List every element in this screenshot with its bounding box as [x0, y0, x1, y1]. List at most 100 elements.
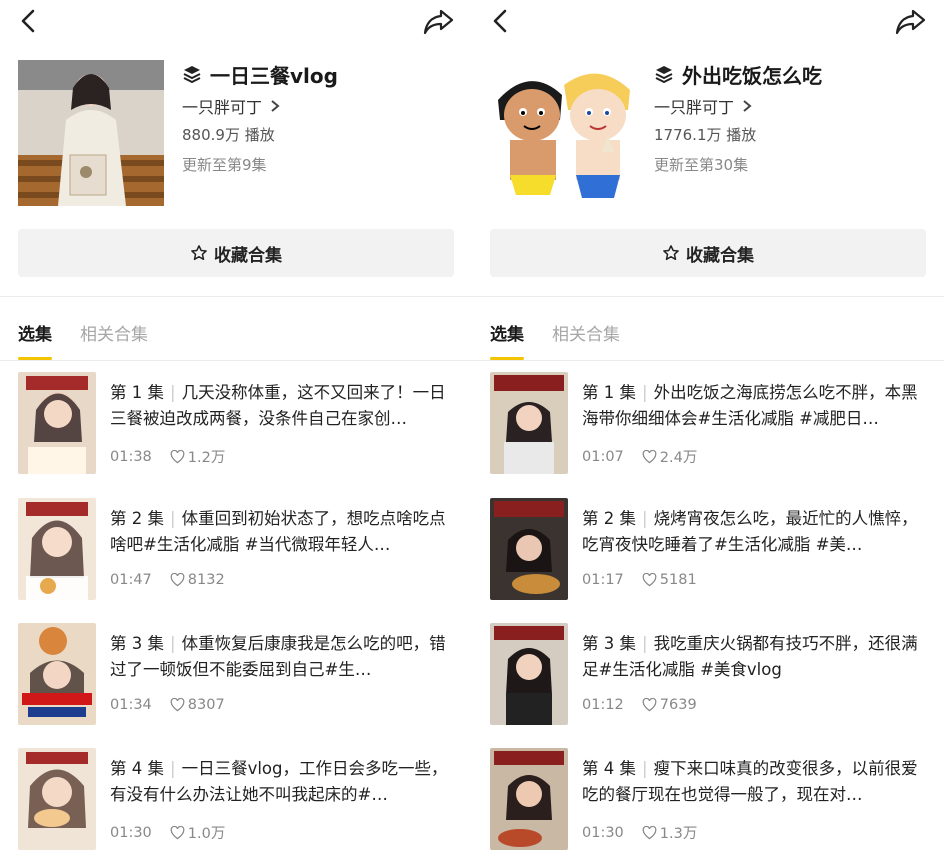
episode-number: 第 1 集: [110, 383, 164, 402]
heart-outline-icon: [170, 825, 185, 839]
episode-text: 第 1 集 | 几天没称体重，这不又回来了！一日三餐被迫改成两餐，没条件自己在家创…: [110, 380, 460, 432]
top-bar: [0, 0, 472, 44]
heart-outline-icon: [170, 573, 185, 587]
episode-duration: 01:30: [582, 824, 624, 841]
separator: |: [170, 634, 176, 653]
episode-thumbnail: [18, 498, 96, 600]
like-count: 1.2万: [170, 446, 226, 467]
collection-cover-image: [18, 60, 164, 206]
separator: |: [170, 759, 176, 778]
collection-title: 外出吃饭怎么吃: [682, 63, 822, 88]
like-count-value: 2.4万: [659, 450, 698, 466]
divider: [472, 296, 944, 297]
collection-panel-left: 一日三餐vlog 一只胖可丁 880.9万 播放 更新至第9集 收藏合集 选集 …: [0, 0, 472, 862]
episode-stats: 01:34 8307: [110, 697, 225, 713]
update-status: 更新至第30集: [654, 156, 749, 174]
like-count: 1.0万: [170, 822, 226, 843]
episode-number: 第 1 集: [582, 383, 636, 402]
episode-duration: 01:38: [110, 448, 152, 465]
episode-stats: 01:07 2.4万: [582, 446, 697, 467]
episode-item[interactable]: 第 4 集 | 瘦下来口味真的改变很多，以前很爱吃的餐厅现在也觉得一般了，现在对… …: [490, 748, 930, 850]
episode-thumbnail: [490, 623, 568, 725]
title-row: 一日三餐vlog: [182, 60, 462, 88]
collection-panel-right: 外出吃饭怎么吃 一只胖可丁 1776.1万 播放 更新至第30集 收藏合集 选集…: [472, 0, 944, 862]
collection-meta: 一日三餐vlog 一只胖可丁 880.9万 播放 更新至第9集: [182, 60, 462, 176]
episode-number: 第 4 集: [582, 759, 636, 778]
episode-stats: 01:17 5181: [582, 572, 697, 588]
episode-item[interactable]: 第 1 集 | 外出吃饭之海底捞怎么吃不胖，本黑海带你细细体会#生活化减脂 #减肥日…: [490, 372, 930, 474]
like-count: 8307: [170, 697, 225, 713]
share-icon[interactable]: [894, 6, 928, 36]
author-link[interactable]: 一只胖可丁: [182, 94, 462, 118]
author-link[interactable]: 一只胖可丁: [654, 94, 934, 118]
collection-header: 外出吃饭怎么吃 一只胖可丁 1776.1万 播放 更新至第30集: [490, 60, 930, 210]
tab-related[interactable]: 相关合集: [552, 322, 620, 360]
star-outline-icon: [191, 245, 207, 261]
author-name: 一只胖可丁: [182, 98, 263, 117]
play-count: 1776.1万 播放: [654, 126, 757, 144]
episode-text: 第 1 集 | 外出吃饭之海底捞怎么吃不胖，本黑海带你细细体会#生活化减脂 #减肥日…: [582, 380, 932, 432]
episode-thumbnail: [18, 748, 96, 850]
episode-number: 第 2 集: [110, 509, 164, 528]
separator: |: [170, 509, 176, 528]
divider: [0, 296, 472, 297]
episode-duration: 01:07: [582, 448, 624, 465]
layers-icon: [183, 66, 201, 84]
tab-divider: [472, 360, 944, 361]
back-icon[interactable]: [14, 6, 44, 36]
episode-stats: 01:30 1.0万: [110, 822, 225, 843]
heart-outline-icon: [170, 449, 185, 463]
like-count-value: 1.0万: [187, 826, 226, 842]
episode-item[interactable]: 第 2 集 | 烧烤宵夜怎么吃，最近忙的人憔悴，吃宵夜快吃睡着了#生活化减脂 #美……: [490, 498, 930, 600]
author-name: 一只胖可丁: [654, 98, 735, 117]
episode-text: 第 4 集 | 一日三餐vlog，工作日会多吃一些，有没有什么办法让她不叫我起床的#…: [110, 756, 460, 808]
episode-item[interactable]: 第 1 集 | 几天没称体重，这不又回来了！一日三餐被迫改成两餐，没条件自己在家创……: [18, 372, 458, 474]
episode-item[interactable]: 第 3 集 | 我吃重庆火锅都有技巧不胖，还很满足#生活化减脂 #美食vlog 01…: [490, 623, 930, 725]
episode-duration: 01:30: [110, 824, 152, 841]
separator: |: [642, 383, 648, 402]
episode-duration: 01:12: [582, 697, 624, 713]
separator: |: [642, 509, 648, 528]
episode-duration: 01:47: [110, 572, 152, 588]
like-count-value: 5181: [659, 572, 697, 588]
like-count: 5181: [642, 572, 697, 588]
collection-title: 一日三餐vlog: [210, 63, 338, 88]
episode-item[interactable]: 第 2 集 | 体重回到初始状态了，想吃点啥吃点啥吧#生活化减脂 #当代微瑕年轻人……: [18, 498, 458, 600]
separator: |: [170, 383, 176, 402]
title-row: 外出吃饭怎么吃: [654, 60, 934, 88]
layers-icon: [655, 66, 673, 84]
episode-text: 第 3 集 | 我吃重庆火锅都有技巧不胖，还很满足#生活化减脂 #美食vlog: [582, 631, 932, 683]
like-count-value: 8307: [187, 697, 225, 713]
episode-duration: 01:17: [582, 572, 624, 588]
collect-button[interactable]: 收藏合集: [18, 229, 454, 277]
back-icon[interactable]: [486, 6, 516, 36]
collect-button[interactable]: 收藏合集: [490, 229, 926, 277]
tab-episodes[interactable]: 选集: [490, 322, 524, 360]
share-icon[interactable]: [422, 6, 456, 36]
collection-header: 一日三餐vlog 一只胖可丁 880.9万 播放 更新至第9集: [18, 60, 458, 210]
like-count-value: 7639: [659, 697, 697, 713]
episode-text: 第 2 集 | 体重回到初始状态了，想吃点啥吃点啥吧#生活化减脂 #当代微瑕年轻人…: [110, 506, 460, 558]
separator: |: [642, 759, 648, 778]
episode-duration: 01:34: [110, 697, 152, 713]
episode-item[interactable]: 第 3 集 | 体重恢复后康康我是怎么吃的吧，错过了一顿饭但不能委屈到自己#生… 0…: [18, 623, 458, 725]
like-count-value: 1.2万: [187, 450, 226, 466]
tab-related[interactable]: 相关合集: [80, 322, 148, 360]
episode-number: 第 3 集: [582, 634, 636, 653]
episode-number: 第 3 集: [110, 634, 164, 653]
tab-episodes[interactable]: 选集: [18, 322, 52, 360]
tab-bar: 选集 相关合集: [18, 322, 176, 362]
top-bar: [472, 0, 944, 44]
collect-label: 收藏合集: [214, 245, 282, 266]
play-count: 880.9万 播放: [182, 126, 275, 144]
collection-cover-image: [490, 60, 636, 206]
heart-outline-icon: [642, 698, 657, 712]
episode-item[interactable]: 第 4 集 | 一日三餐vlog，工作日会多吃一些，有没有什么办法让她不叫我起床的#…: [18, 748, 458, 850]
star-outline-icon: [663, 245, 679, 261]
like-count: 2.4万: [642, 446, 698, 467]
like-count: 8132: [170, 572, 225, 588]
like-count-value: 1.3万: [659, 826, 698, 842]
like-count: 7639: [642, 697, 697, 713]
episode-stats: 01:12 7639: [582, 697, 697, 713]
episode-text: 第 3 集 | 体重恢复后康康我是怎么吃的吧，错过了一顿饭但不能委屈到自己#生…: [110, 631, 460, 683]
